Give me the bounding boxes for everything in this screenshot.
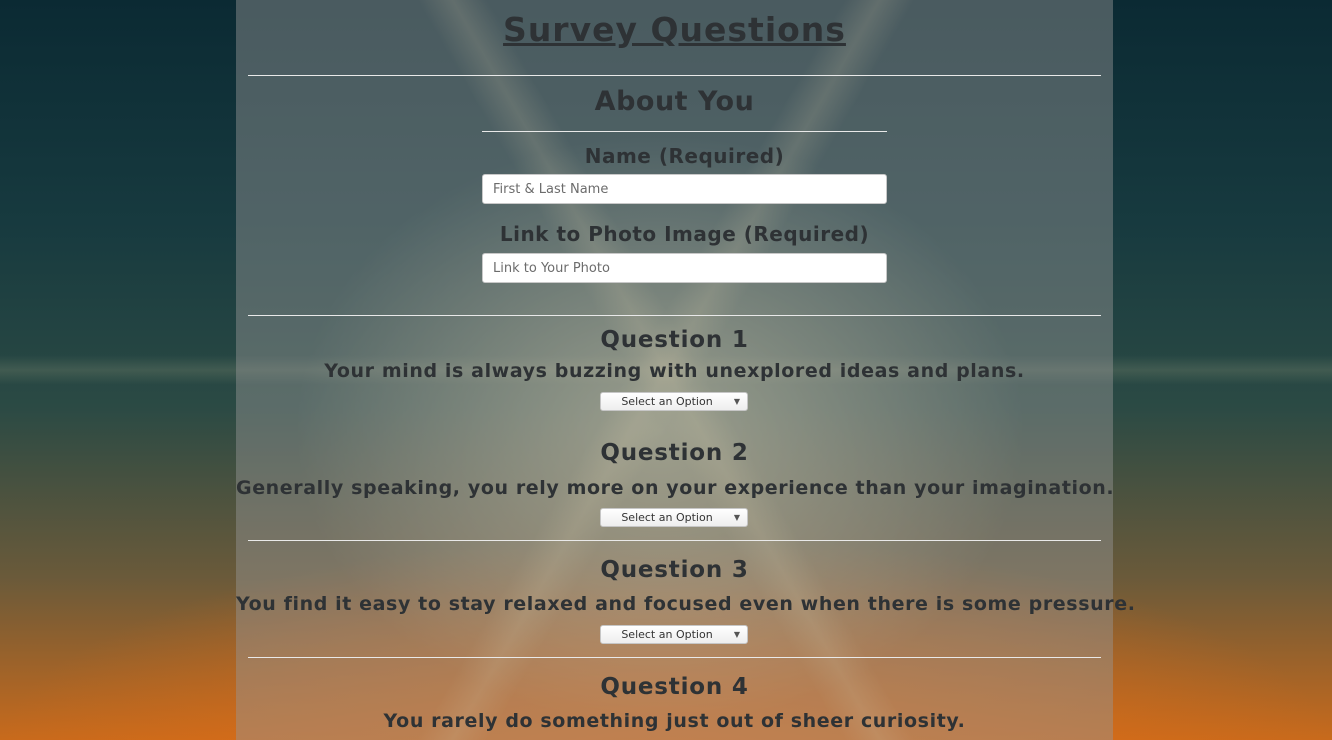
question-3-text: You find it easy to stay relaxed and foc…	[236, 593, 1136, 615]
question-2-select[interactable]: Select an Option ▼	[600, 508, 748, 527]
question-1-text: Your mind is always buzzing with unexplo…	[324, 360, 1025, 382]
question-2-text: Generally speaking, you rely more on you…	[236, 477, 1115, 499]
chevron-down-icon: ▼	[733, 630, 740, 639]
chevron-down-icon: ▼	[733, 513, 740, 522]
photo-label: Link to Photo Image (Required)	[499, 222, 870, 246]
select-value: Select an Option	[621, 628, 713, 641]
question-1-select[interactable]: Select an Option ▼	[600, 392, 748, 411]
survey-panel: Survey Questions About You Name (Require…	[236, 0, 1136, 740]
select-value: Select an Option	[621, 511, 713, 524]
about-divider	[482, 131, 887, 132]
divider	[248, 540, 1101, 541]
question-3-title: Question 3	[600, 557, 749, 583]
question-2-title: Question 2	[600, 440, 749, 466]
page-title: Survey Questions	[503, 10, 846, 49]
select-value: Select an Option	[621, 395, 713, 408]
photo-input[interactable]	[482, 253, 887, 283]
divider	[248, 75, 1101, 76]
name-input[interactable]	[482, 174, 887, 204]
divider	[248, 315, 1101, 316]
question-1-title: Question 1	[600, 327, 749, 353]
about-heading: About You	[594, 86, 755, 117]
divider	[248, 657, 1101, 658]
question-4-title: Question 4	[600, 674, 749, 700]
name-label: Name (Required)	[584, 144, 785, 168]
chevron-down-icon: ▼	[733, 397, 740, 406]
question-3-select[interactable]: Select an Option ▼	[600, 625, 748, 644]
question-4-text: You rarely do something just out of shee…	[383, 710, 966, 732]
